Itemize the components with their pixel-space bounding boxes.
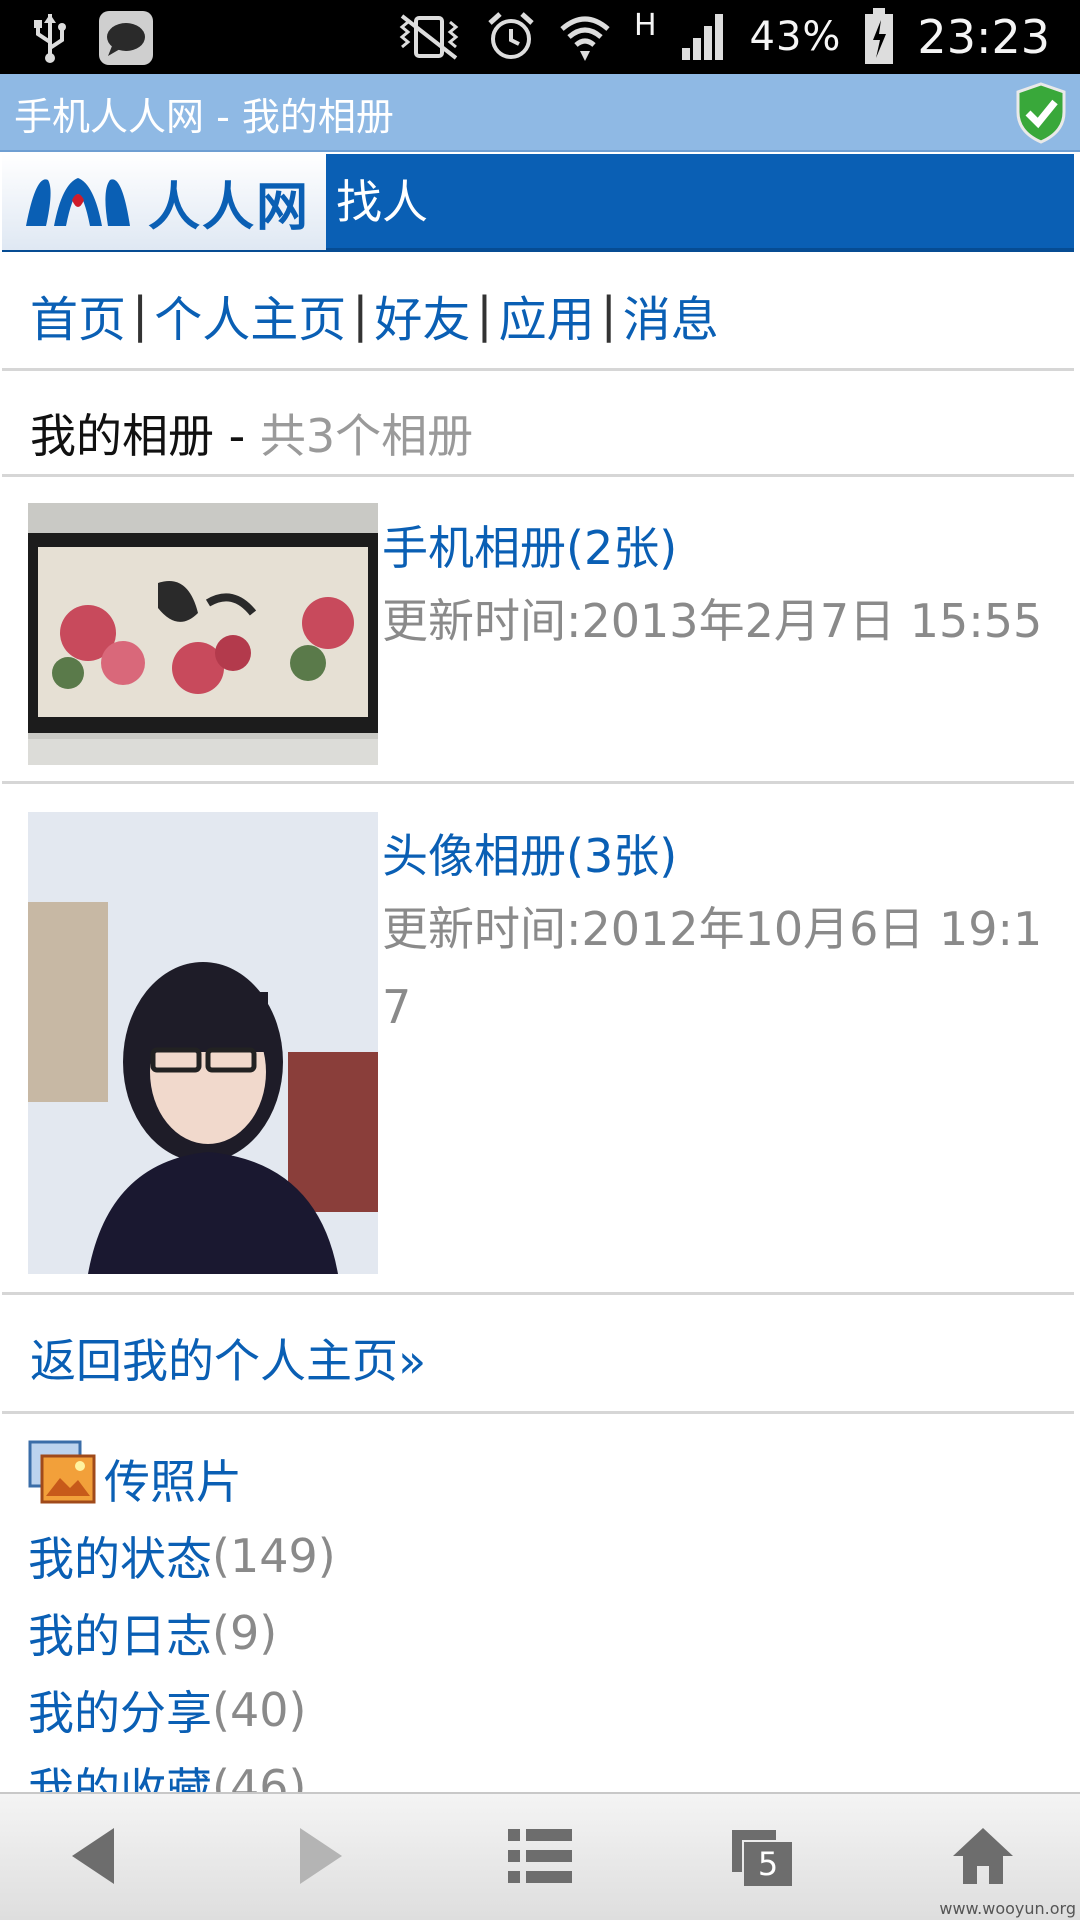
- albums-heading-title: 我的相册: [30, 409, 214, 463]
- nav-apps[interactable]: 应用: [499, 280, 595, 350]
- signal-icon: [680, 12, 728, 62]
- divider: [2, 474, 1074, 477]
- status-bar: H 43% 23:23: [0, 0, 1080, 74]
- link-my-blog[interactable]: 我的日志 (9): [28, 1594, 336, 1671]
- link-my-status[interactable]: 我的状态 (149): [28, 1517, 336, 1594]
- divider: [2, 368, 1074, 371]
- site-header: 人人网 找人: [2, 154, 1074, 252]
- menu-button[interactable]: [465, 1794, 615, 1922]
- network-type: H: [633, 8, 658, 43]
- albums-heading: 我的相册 - 共3个相册: [30, 400, 473, 466]
- nav-messages[interactable]: 消息: [623, 280, 719, 350]
- link-label: 我的状态: [28, 1531, 212, 1586]
- upload-photo-link[interactable]: 传照片: [28, 1440, 336, 1517]
- album-title-mobile[interactable]: 手机相册(2张): [382, 512, 677, 578]
- link-label: 我的日志: [28, 1608, 212, 1663]
- usb-icon: [30, 12, 70, 64]
- album-thumbnail-mobile[interactable]: [28, 503, 378, 765]
- page-title: 手机人人网 - 我的相册: [14, 95, 394, 139]
- renren-logo-icon: [18, 170, 138, 234]
- tabs-icon: 5: [730, 1828, 794, 1888]
- home-icon: [951, 1826, 1015, 1890]
- alarm-icon: [486, 11, 536, 63]
- site-logo[interactable]: 人人网: [2, 154, 326, 250]
- nav-separator: |: [476, 287, 493, 343]
- link-count: (149): [212, 1528, 336, 1583]
- vibrate-icon: [394, 12, 464, 62]
- nav-separator: |: [132, 287, 149, 343]
- album-updated-mobile: 更新时间:2013年2月7日 15:55: [382, 594, 1043, 648]
- nav-separator: |: [600, 287, 617, 343]
- main-nav: 首页 | 个人主页 | 好友 | 应用 | 消息: [30, 280, 719, 350]
- album-thumbnail-avatar[interactable]: [28, 812, 378, 1274]
- upload-photo-label: 传照片: [104, 1454, 242, 1509]
- album-updated-avatar: 更新时间:2012年10月6日 19:17: [382, 902, 1043, 1034]
- albums-heading-dash: -: [214, 409, 260, 463]
- nav-separator: |: [352, 287, 369, 343]
- divider: [2, 781, 1074, 784]
- browser-title-bar: 手机人人网 - 我的相册: [0, 74, 1080, 152]
- back-arrow-icon: [68, 1826, 118, 1890]
- link-count: (9): [212, 1605, 278, 1660]
- chat-app-icon: [98, 10, 154, 66]
- wifi-icon: [558, 11, 612, 63]
- find-people-link[interactable]: 找人: [336, 166, 428, 232]
- nav-friends[interactable]: 好友: [374, 280, 470, 350]
- divider: [2, 1292, 1074, 1295]
- forward-button[interactable]: [246, 1794, 396, 1922]
- tabs-button[interactable]: 5: [687, 1794, 837, 1922]
- link-count: (40): [212, 1682, 307, 1737]
- profile-links: 传照片 我的状态 (149) 我的日志 (9) 我的分享 (40) 我的收藏 (46): [28, 1440, 336, 1825]
- clock: 23:23: [917, 10, 1050, 64]
- back-button[interactable]: [18, 1794, 168, 1922]
- divider: [2, 1411, 1074, 1414]
- link-my-shares[interactable]: 我的分享 (40): [28, 1671, 336, 1748]
- tab-count: 5: [757, 1845, 779, 1883]
- nav-home[interactable]: 首页: [30, 280, 126, 350]
- link-label: 我的分享: [28, 1685, 212, 1740]
- browser-toolbar: 5 www.wooyun.org: [0, 1792, 1080, 1920]
- menu-list-icon: [508, 1827, 572, 1889]
- battery-icon: [863, 8, 895, 66]
- photo-upload-icon: [28, 1440, 98, 1517]
- battery-percent: 43%: [749, 14, 842, 60]
- back-to-profile-link[interactable]: 返回我的个人主页»: [30, 1325, 426, 1391]
- watermark: www.wooyun.org: [939, 1899, 1076, 1918]
- albums-count: 共3个相册: [259, 409, 474, 463]
- shield-check-icon[interactable]: [1014, 82, 1068, 148]
- album-title-avatar[interactable]: 头像相册(3张): [382, 820, 677, 886]
- logo-text: 人人网: [148, 177, 311, 238]
- nav-profile[interactable]: 个人主页: [154, 280, 346, 350]
- forward-arrow-icon: [296, 1826, 346, 1890]
